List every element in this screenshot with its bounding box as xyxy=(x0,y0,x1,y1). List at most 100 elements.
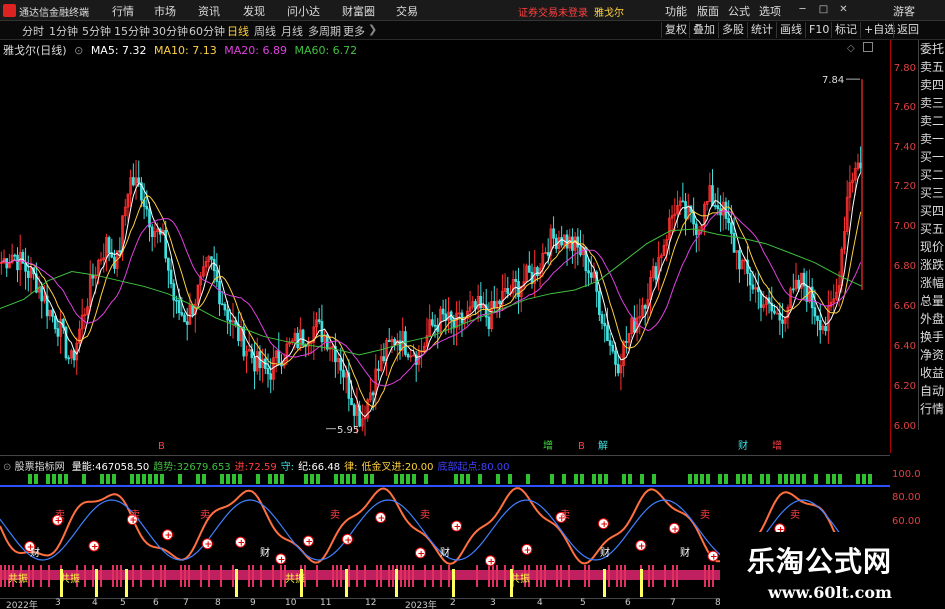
side-panel-item[interactable]: 买四 xyxy=(920,204,944,218)
settings-icon[interactable]: ⊙ xyxy=(74,44,83,57)
tab-weekly[interactable]: 周线 xyxy=(254,23,276,39)
side-panel-item[interactable]: 卖四 xyxy=(920,78,944,92)
diamond-icon[interactable]: ◇ xyxy=(847,43,855,54)
side-panel-item[interactable]: 总量 xyxy=(920,294,944,308)
mark-button[interactable]: 标记 xyxy=(831,22,860,38)
side-panel-item[interactable]: 涨幅 xyxy=(920,276,944,290)
bottom-band-tick xyxy=(0,565,2,587)
tab-more[interactable]: 更多 xyxy=(343,23,365,39)
side-panel-item[interactable]: 行情 xyxy=(920,402,944,416)
bottom-band-tick xyxy=(332,565,334,587)
indicator-field-label: 趋势: xyxy=(153,462,177,473)
price-tick: 7.20 xyxy=(893,181,916,192)
side-panel-item[interactable]: 外盘 xyxy=(920,312,944,326)
overlay-button[interactable]: 叠加 xyxy=(689,22,718,38)
side-panel-item[interactable]: 涨跌 xyxy=(920,258,944,272)
bottom-band-tick xyxy=(208,565,210,587)
candle-body xyxy=(172,283,176,301)
menu-item-functions[interactable]: 功能 xyxy=(665,3,687,19)
trend-bar xyxy=(406,474,410,484)
side-panel-item[interactable]: 卖五 xyxy=(920,60,944,74)
candle-body xyxy=(797,279,801,289)
side-panel-item[interactable]: 买五 xyxy=(920,222,944,236)
close-icon[interactable]: ✕ xyxy=(838,4,849,15)
buy-signal-icon-glyph: + xyxy=(278,555,286,565)
tab-5min[interactable]: 5分钟 xyxy=(82,23,111,39)
side-panel-item[interactable]: 收益 xyxy=(920,366,944,380)
side-panel-item[interactable]: 卖二 xyxy=(920,114,944,128)
menu-item-wealth[interactable]: 财富圈 xyxy=(342,3,375,19)
menu-item-layout[interactable]: 版面 xyxy=(697,3,719,19)
menu-item-options[interactable]: 选项 xyxy=(759,3,781,19)
tab-30min[interactable]: 30分钟 xyxy=(152,23,188,39)
indicator-field-label: 底部起点: xyxy=(437,462,481,473)
event-mark: 增 xyxy=(543,439,553,452)
guest-user[interactable]: 游客 xyxy=(893,3,915,19)
price-tick: 7.60 xyxy=(893,102,916,113)
indicator-tick: 60.00 xyxy=(892,516,921,527)
candle-body xyxy=(608,340,612,346)
panel-toggle-icon[interactable] xyxy=(863,42,873,52)
menu-item-discover[interactable]: 发现 xyxy=(243,3,265,19)
tab-15min[interactable]: 15分钟 xyxy=(114,23,150,39)
tab-1min[interactable]: 1分钟 xyxy=(49,23,78,39)
more-arrow-icon[interactable]: ❯ xyxy=(368,23,377,36)
tab-daily[interactable]: 日线 xyxy=(227,23,249,39)
candle-body xyxy=(748,273,752,286)
multi-stock-button[interactable]: 多股 xyxy=(718,22,747,38)
bottom-band-tick xyxy=(160,565,162,587)
tab-multi-period[interactable]: 多周期 xyxy=(308,23,341,39)
side-panel-item[interactable]: 买三 xyxy=(920,186,944,200)
kline-chart[interactable]: 7.84 5.95 B 增 B 解 财 增 雅戈尔(日线) ⊙ MA5: 7.32 MA10:… xyxy=(0,40,890,453)
login-notice[interactable]: 证券交易未登录 xyxy=(518,4,588,19)
bottom-band-tick xyxy=(608,565,610,587)
draw-line-button[interactable]: 画线 xyxy=(776,22,805,38)
candle-body xyxy=(183,314,186,323)
indicator-field: 律: xyxy=(344,462,357,473)
bottom-band-tick xyxy=(364,565,366,587)
date-tick: 9 xyxy=(250,598,256,608)
trend-bar xyxy=(778,474,782,484)
side-panel-item[interactable]: 委托 xyxy=(920,42,944,56)
bottom-band-tick xyxy=(556,565,558,587)
date-tick: 2 xyxy=(450,598,456,608)
side-panel-item[interactable]: 换手 xyxy=(920,330,944,344)
menu-item-market[interactable]: 市场 xyxy=(154,3,176,19)
shake-label: 共振 xyxy=(8,572,28,585)
bottom-band-tick xyxy=(376,565,378,587)
chart-header: 雅戈尔(日线) ⊙ MA5: 7.32 MA10: 7.13 MA20: 6.8… xyxy=(3,42,361,58)
trend-bar xyxy=(274,474,278,484)
price-tick: 6.60 xyxy=(893,301,916,312)
period-tab-bar: 分时 1分钟 5分钟 15分钟 30分钟 60分钟 日线 周线 月线 多周期 更… xyxy=(0,21,945,40)
side-panel-item[interactable]: 现价 xyxy=(920,240,944,254)
menu-item-trade[interactable]: 交易 xyxy=(396,3,418,19)
side-panel-item[interactable]: 卖三 xyxy=(920,96,944,110)
menu-item-quotes[interactable]: 行情 xyxy=(112,3,134,19)
restore-rights-button[interactable]: 复权 xyxy=(661,22,690,38)
minimize-icon[interactable]: ─ xyxy=(797,4,808,15)
tab-monthly[interactable]: 月线 xyxy=(281,23,303,39)
back-button[interactable]: 返回 xyxy=(893,22,922,38)
side-panel-item[interactable]: 自动 xyxy=(920,384,944,398)
sell-label: 卖 xyxy=(790,509,800,521)
trend-bar xyxy=(82,474,86,484)
trend-bar xyxy=(148,474,152,484)
menu-item-assistant[interactable]: 问小达 xyxy=(287,3,320,19)
buy-signal-icon-glyph: + xyxy=(417,549,425,559)
candle-body xyxy=(738,250,741,270)
menu-item-news[interactable]: 资讯 xyxy=(198,3,220,19)
side-panel-item[interactable]: 买一 xyxy=(920,150,944,164)
tab-60min[interactable]: 60分钟 xyxy=(189,23,225,39)
tab-timeshare[interactable]: 分时 xyxy=(22,23,44,39)
side-panel-item[interactable]: 净资 xyxy=(920,348,944,362)
menu-item-formula[interactable]: 公式 xyxy=(728,3,750,19)
trend-bar xyxy=(580,474,584,484)
candle-body xyxy=(223,304,227,311)
price-tick: 6.80 xyxy=(893,261,916,272)
f10-button[interactable]: F10 xyxy=(805,22,832,38)
side-panel-item[interactable]: 买二 xyxy=(920,168,944,182)
side-panel-item[interactable]: 卖一 xyxy=(920,132,944,146)
statistics-button[interactable]: 统计 xyxy=(747,22,776,38)
indicator-settings-icon[interactable]: ⊙ xyxy=(3,462,11,473)
maximize-icon[interactable]: □ xyxy=(818,4,829,15)
